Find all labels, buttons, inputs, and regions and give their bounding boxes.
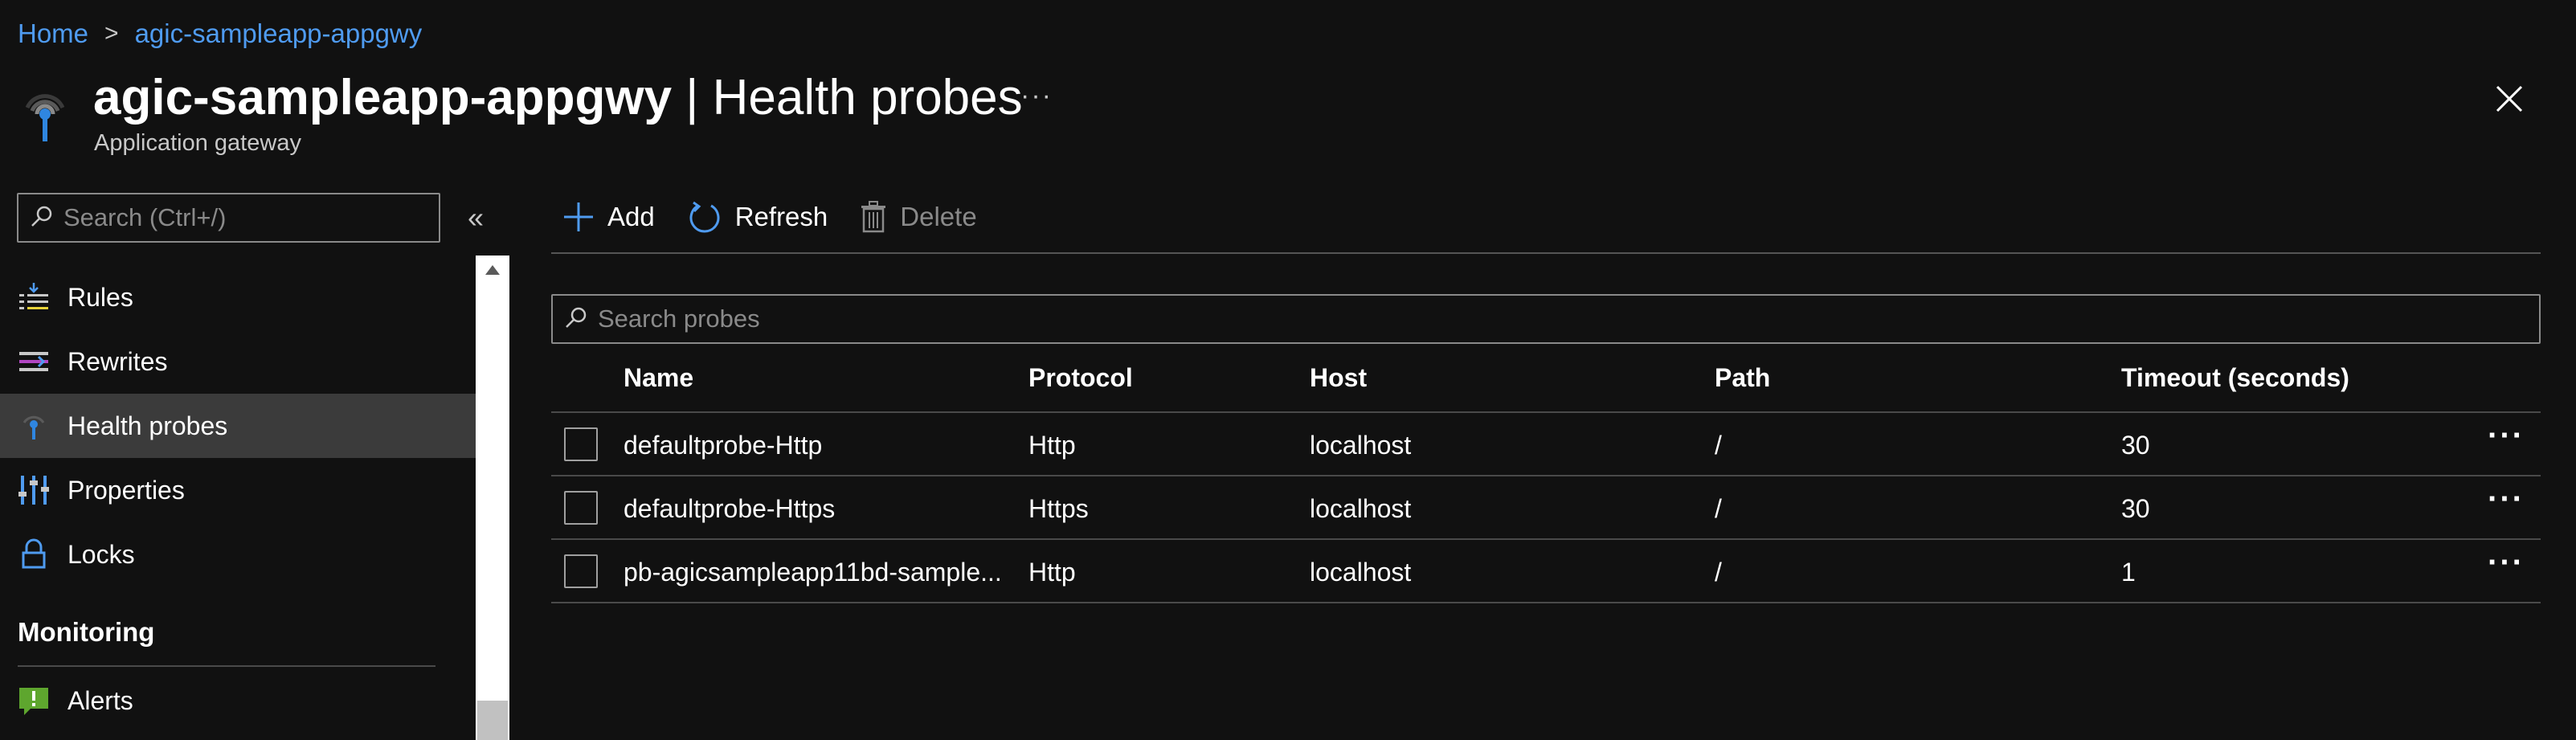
column-header-name[interactable]: Name bbox=[624, 363, 693, 393]
delete-button[interactable]: Delete bbox=[860, 201, 977, 233]
probe-protocol: Http bbox=[1028, 431, 1076, 460]
rules-icon bbox=[18, 281, 50, 313]
column-header-timeout[interactable]: Timeout (seconds) bbox=[2121, 363, 2349, 393]
probe-host: localhost bbox=[1310, 558, 1412, 587]
sidebar-search-box[interactable] bbox=[17, 193, 440, 243]
probe-name[interactable]: defaultprobe-Http bbox=[624, 431, 822, 460]
search-icon bbox=[564, 305, 588, 333]
scroll-up-arrow-icon[interactable] bbox=[485, 265, 500, 275]
probe-timeout: 30 bbox=[2121, 494, 2150, 523]
toolbar-divider bbox=[551, 252, 2541, 254]
probe-timeout: 30 bbox=[2121, 431, 2150, 460]
row-more-actions-button[interactable]: ··· bbox=[2488, 545, 2525, 581]
section-title-monitoring: Monitoring bbox=[18, 617, 155, 647]
probe-path: / bbox=[1715, 558, 1722, 587]
row-more-actions-button[interactable]: ··· bbox=[2488, 418, 2525, 454]
sidebar-item-label: Properties bbox=[67, 475, 185, 505]
probe-host: localhost bbox=[1310, 494, 1412, 523]
breadcrumb: Home > agic-sampleapp-appgwy bbox=[18, 14, 422, 53]
table-row[interactable]: defaultprobe-Https Https localhost / 30 … bbox=[551, 476, 2541, 540]
sidebar-menu: Rules Rewrites Health probes Properties … bbox=[0, 265, 476, 740]
health-probes-table: Name Protocol Host Path Timeout (seconds… bbox=[551, 347, 2541, 603]
refresh-button[interactable]: Refresh bbox=[687, 199, 828, 235]
probe-path: / bbox=[1715, 494, 1722, 523]
health-probe-icon bbox=[18, 410, 50, 442]
refresh-icon bbox=[689, 201, 720, 233]
add-button-label: Add bbox=[607, 202, 655, 231]
breadcrumb-current-link[interactable]: agic-sampleapp-appgwy bbox=[135, 18, 423, 49]
probe-protocol: Https bbox=[1028, 494, 1089, 523]
breadcrumb-home-link[interactable]: Home bbox=[18, 18, 88, 49]
page: Home > agic-sampleapp-appgwy agic-sample… bbox=[0, 0, 2576, 740]
probe-path: / bbox=[1715, 431, 1722, 460]
sidebar-item-rules[interactable]: Rules bbox=[0, 265, 476, 329]
sidebar-item-label: Alerts bbox=[67, 685, 133, 715]
table-header: Name Protocol Host Path Timeout (seconds… bbox=[551, 347, 2541, 413]
probe-timeout: 1 bbox=[2121, 558, 2136, 587]
column-header-path[interactable]: Path bbox=[1715, 363, 1770, 393]
properties-icon bbox=[18, 474, 50, 506]
sidebar-item-rewrites[interactable]: Rewrites bbox=[0, 329, 476, 394]
probe-search-input[interactable] bbox=[598, 305, 2446, 333]
sidebar-item-locks[interactable]: Locks bbox=[0, 522, 476, 587]
section-divider bbox=[18, 665, 435, 667]
health-probe-icon bbox=[16, 84, 74, 148]
resource-name: agic-sampleapp-appgwy bbox=[93, 70, 673, 125]
sidebar-item-alerts[interactable]: Alerts bbox=[0, 668, 476, 733]
table-row[interactable]: pb-agicsampleapp11bd-sample... Http loca… bbox=[551, 540, 2541, 603]
table-row[interactable]: defaultprobe-Http Http localhost / 30 ··… bbox=[551, 413, 2541, 476]
lock-icon bbox=[18, 538, 50, 570]
sidebar-item-health-probes[interactable]: Health probes bbox=[0, 394, 476, 458]
probe-host: localhost bbox=[1310, 431, 1412, 460]
probe-name[interactable]: defaultprobe-Https bbox=[624, 494, 835, 524]
breadcrumb-separator: > bbox=[104, 20, 119, 47]
collapse-sidebar-button[interactable]: « bbox=[468, 201, 484, 235]
page-title: agic-sampleapp-appgwy | Health probes bbox=[93, 67, 1023, 129]
resource-type: Application gateway bbox=[94, 130, 301, 156]
refresh-button-label: Refresh bbox=[734, 202, 828, 231]
alert-icon bbox=[18, 685, 50, 717]
scrollbar-thumb[interactable] bbox=[477, 701, 508, 740]
rewrites-icon bbox=[18, 345, 50, 378]
sidebar-scrollbar[interactable] bbox=[476, 256, 509, 740]
probe-protocol: Http bbox=[1028, 558, 1076, 587]
sidebar-item-label: Rewrites bbox=[67, 346, 168, 376]
column-header-protocol[interactable]: Protocol bbox=[1028, 363, 1133, 393]
probe-search-box[interactable] bbox=[551, 294, 2541, 344]
delete-button-label: Delete bbox=[900, 202, 977, 231]
column-header-host[interactable]: Host bbox=[1310, 363, 1367, 393]
probe-name[interactable]: pb-agicsampleapp11bd-sample... bbox=[624, 558, 1002, 587]
row-checkbox[interactable] bbox=[564, 491, 598, 525]
add-button[interactable]: Add bbox=[562, 201, 655, 233]
search-icon bbox=[30, 204, 54, 232]
row-more-actions-button[interactable]: ··· bbox=[2488, 481, 2525, 517]
sidebar-search-input[interactable] bbox=[63, 203, 417, 232]
sidebar-item-properties[interactable]: Properties bbox=[0, 458, 476, 522]
plus-icon bbox=[564, 202, 593, 231]
sidebar-item-label: Health probes bbox=[67, 411, 228, 440]
trash-icon bbox=[861, 201, 886, 233]
blade-name: Health probes bbox=[712, 70, 1023, 125]
sidebar-item-label: Locks bbox=[67, 539, 135, 569]
title-separator: | bbox=[672, 70, 713, 125]
row-checkbox[interactable] bbox=[564, 427, 598, 461]
close-icon[interactable] bbox=[2491, 80, 2528, 117]
command-bar: Add Refresh Delete bbox=[562, 193, 1009, 241]
more-actions-button[interactable]: ··· bbox=[1020, 80, 1053, 112]
sidebar-item-label: Rules bbox=[67, 282, 133, 312]
row-checkbox[interactable] bbox=[564, 554, 598, 588]
